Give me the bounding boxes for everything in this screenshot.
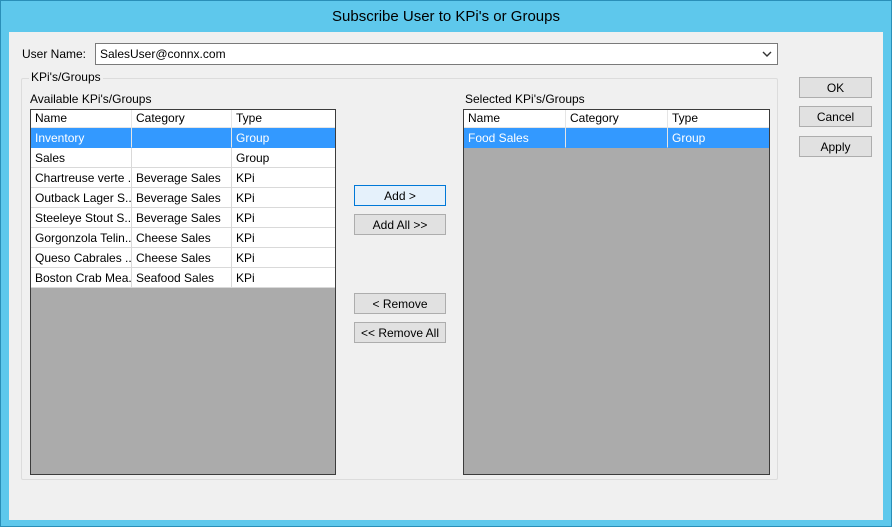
available-cell-category: Beverage Sales [132,168,232,188]
available-row[interactable]: Sales Group [31,148,335,168]
cancel-button-label: Cancel [816,109,855,124]
dialog-client-area: User Name: SalesUser@connx.com KPi's/Gro… [9,32,883,520]
available-cell-category: Cheese Sales [132,248,232,268]
available-row[interactable]: Steeleye Stout S... Beverage Sales KPi [31,208,335,228]
available-cell-name: Steeleye Stout S... [31,208,132,228]
available-list-label: Available KPi's/Groups [30,92,152,106]
add-button-label: Add > [384,188,416,203]
available-list-header: Name Category Type [31,110,335,128]
selected-cell-name: Food Sales [464,128,566,148]
selected-list-header: Name Category Type [464,110,769,128]
selected-kpi-list[interactable]: Name Category Type Food Sales Group [463,109,770,475]
remove-button[interactable]: < Remove [354,293,446,314]
add-all-button[interactable]: Add All >> [354,214,446,235]
available-cell-type: Group [232,128,335,148]
available-row[interactable]: Boston Crab Mea... Seafood Sales KPi [31,268,335,288]
user-name-label-text: User Name: [22,47,87,61]
available-cell-name: Sales [31,148,132,168]
available-list-rows: Inventory Group Sales Group Chartreuse verte… [31,128,335,288]
available-cell-category: Cheese Sales [132,228,232,248]
selected-cell-type: Group [668,128,769,148]
selected-list-label: Selected KPi's/Groups [465,92,585,106]
available-col-name[interactable]: Name [31,110,132,128]
available-cell-category: Beverage Sales [132,208,232,228]
add-button[interactable]: Add > [354,185,446,206]
available-cell-type: KPi [232,168,335,188]
available-row[interactable]: Queso Cabrales ... Cheese Sales KPi [31,248,335,268]
selected-col-type[interactable]: Type [668,110,769,128]
available-cell-type: KPi [232,228,335,248]
available-cell-name: Chartreuse verte ... [31,168,132,188]
available-cell-type: KPi [232,248,335,268]
chevron-down-icon[interactable] [760,46,774,62]
user-name-label: User Name: [22,47,86,61]
window-title: Subscribe User to KPi's or Groups [332,8,560,25]
available-cell-category [132,148,232,168]
available-cell-name: Queso Cabrales ... [31,248,132,268]
available-cell-type: KPi [232,268,335,288]
available-cell-name: Outback Lager S... [31,188,132,208]
available-cell-category [132,128,232,148]
remove-all-button[interactable]: << Remove All [354,322,446,343]
available-cell-category: Beverage Sales [132,188,232,208]
available-cell-name: Gorgonzola Telin... [31,228,132,248]
user-name-value: SalesUser@connx.com [100,47,226,61]
available-row[interactable]: Outback Lager S... Beverage Sales KPi [31,188,335,208]
available-cell-name: Inventory [31,128,132,148]
available-cell-type: KPi [232,188,335,208]
selected-col-category[interactable]: Category [566,110,668,128]
available-cell-category: Seafood Sales [132,268,232,288]
available-col-category[interactable]: Category [132,110,232,128]
remove-button-label: < Remove [372,296,428,311]
available-cell-type: KPi [232,208,335,228]
available-col-type[interactable]: Type [232,110,335,128]
add-all-button-label: Add All >> [372,217,428,232]
apply-button-label: Apply [820,139,851,154]
available-row[interactable]: Chartreuse verte ... Beverage Sales KPi [31,168,335,188]
selected-col-name[interactable]: Name [464,110,566,128]
ok-button-label: OK [826,80,845,95]
apply-button[interactable]: Apply [799,136,872,157]
remove-all-button-label: << Remove All [360,325,440,340]
selected-list-rows: Food Sales Group [464,128,769,148]
available-cell-name: Boston Crab Mea... [31,268,132,288]
available-row[interactable]: Inventory Group [31,128,335,148]
user-name-combobox[interactable]: SalesUser@connx.com [95,43,778,65]
kpi-groups-groupbox-title: KPi's/Groups [29,70,103,84]
selected-row[interactable]: Food Sales Group [464,128,769,148]
available-row[interactable]: Gorgonzola Telin... Cheese Sales KPi [31,228,335,248]
ok-button[interactable]: OK [799,77,872,98]
dialog-window: Subscribe User to KPi's or Groups User N… [0,0,892,527]
available-kpi-list[interactable]: Name Category Type Inventory Group Sales Gr… [30,109,336,475]
selected-cell-category [566,128,668,148]
cancel-button[interactable]: Cancel [799,106,872,127]
available-cell-type: Group [232,148,335,168]
